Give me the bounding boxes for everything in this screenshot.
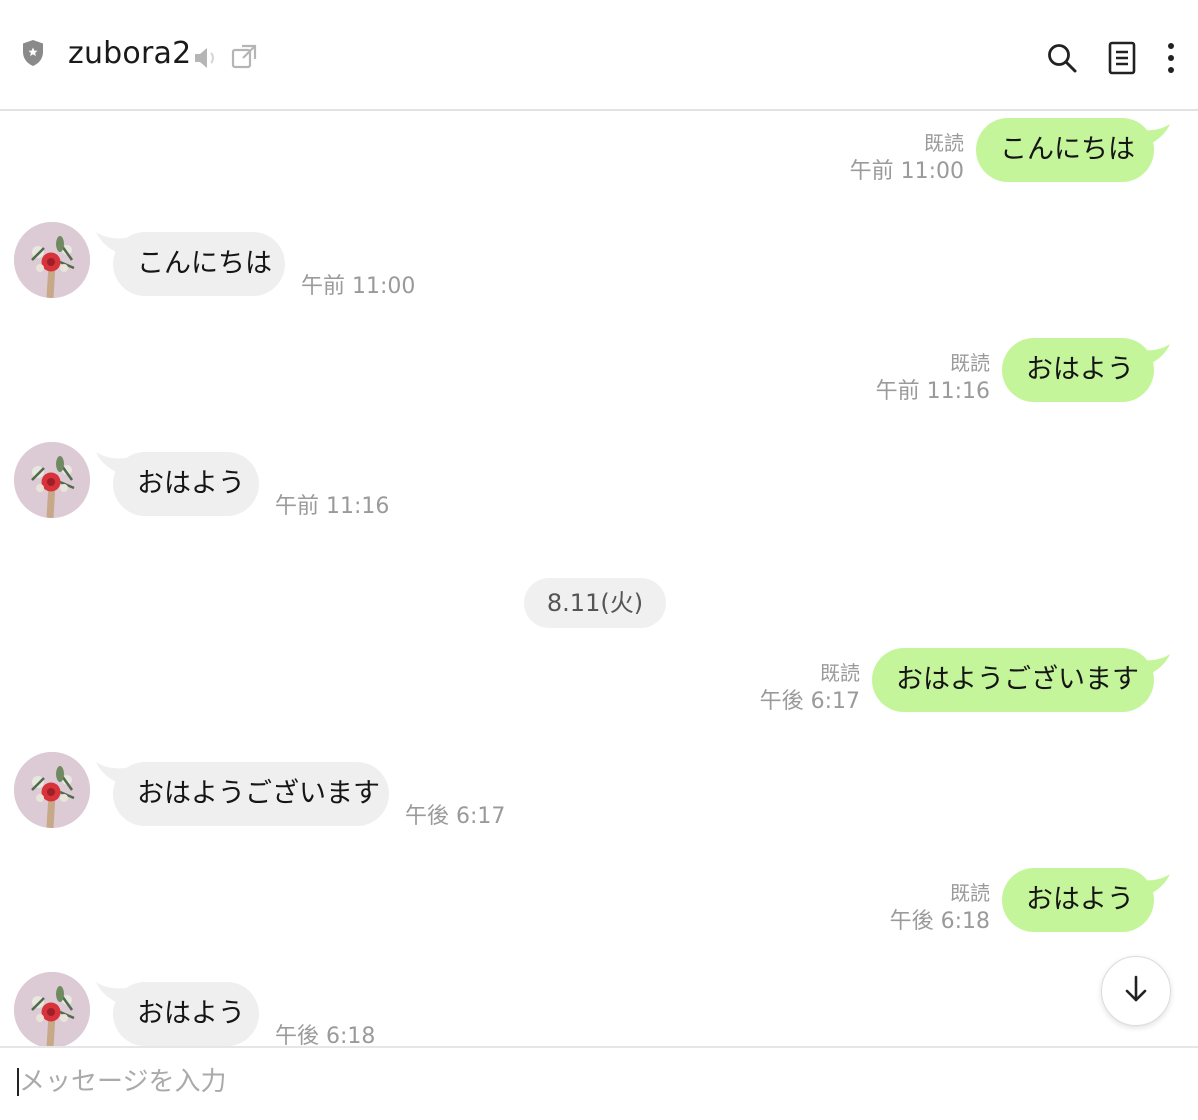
avatar[interactable]: [14, 442, 90, 518]
external-link-icon[interactable]: [230, 43, 258, 71]
message-time: 午前 11:00: [849, 159, 964, 184]
message-time: 午前 11:16: [875, 379, 990, 404]
message-time: 午後 6:17: [405, 804, 506, 829]
date-separator: 8.11(火): [524, 578, 666, 628]
bubble-tail: [96, 232, 126, 254]
read-receipt: 既読: [950, 351, 990, 375]
shield-icon: [20, 38, 46, 68]
received-message-bubble[interactable]: おはよう: [113, 452, 259, 516]
bubble-tail: [96, 762, 126, 784]
message-meta: 既読 午前 11:16: [866, 350, 990, 408]
chat-title: zubora2: [68, 36, 192, 71]
chat-window: zubora2 既読 午前 11:00 こんにちは こんにちは 午前 11:00…: [0, 0, 1198, 1120]
bubble-tail: [1140, 124, 1170, 146]
received-message-bubble[interactable]: おはよう: [113, 982, 259, 1046]
message-list[interactable]: 既読 午前 11:00 こんにちは こんにちは 午前 11:00 既読 午前 1…: [0, 112, 1198, 1046]
sent-message-bubble[interactable]: おはようございます: [872, 648, 1154, 712]
more-icon[interactable]: [1156, 38, 1186, 78]
message-meta: 既読 午前 11:00: [840, 130, 964, 188]
avatar[interactable]: [14, 972, 90, 1046]
message-input[interactable]: [19, 1060, 919, 1104]
message-time: 午前 11:00: [301, 274, 416, 299]
sent-message-bubble[interactable]: おはよう: [1002, 868, 1154, 932]
avatar[interactable]: [14, 752, 90, 828]
bubble-tail: [1140, 874, 1170, 896]
bubble-tail: [1140, 654, 1170, 676]
message-time: 午前 11:16: [275, 494, 390, 519]
scroll-to-bottom-button[interactable]: [1101, 956, 1171, 1026]
received-message-bubble[interactable]: おはようございます: [113, 762, 389, 826]
received-message-bubble[interactable]: こんにちは: [113, 232, 285, 296]
chat-header: zubora2: [0, 0, 1198, 111]
message-time: 午後 6:18: [889, 909, 990, 934]
read-receipt: 既読: [820, 661, 860, 685]
message-time: 午後 6:18: [275, 1024, 376, 1046]
arrow-down-icon: [1122, 974, 1150, 1008]
message-time: 午後 6:17: [759, 689, 860, 714]
search-icon[interactable]: [1044, 38, 1080, 78]
sent-message-bubble[interactable]: おはよう: [1002, 338, 1154, 402]
mute-icon[interactable]: [192, 44, 220, 72]
message-meta: 既読 午後 6:18: [866, 880, 990, 938]
bubble-tail: [96, 452, 126, 474]
sent-message-bubble[interactable]: こんにちは: [976, 118, 1154, 182]
notes-icon[interactable]: [1104, 38, 1140, 78]
bubble-tail: [96, 982, 126, 1004]
avatar[interactable]: [14, 222, 90, 298]
message-meta: 既読 午後 6:17: [736, 660, 860, 718]
read-receipt: 既読: [950, 881, 990, 905]
read-receipt: 既読: [924, 131, 964, 155]
message-composer: [0, 1046, 1198, 1120]
bubble-tail: [1140, 344, 1170, 366]
